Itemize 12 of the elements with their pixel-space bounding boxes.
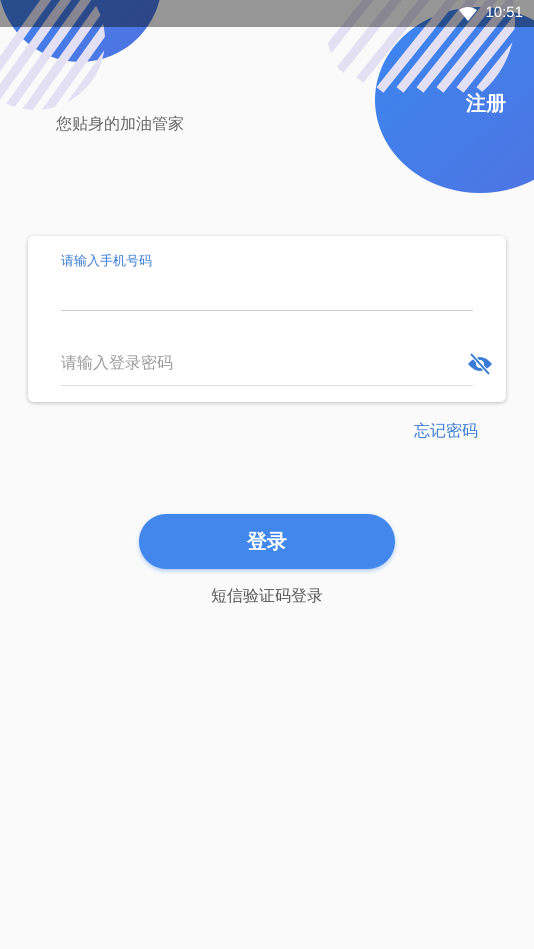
placeholder-text: 请输入登录密码 <box>61 354 173 374</box>
wifi-icon <box>459 6 478 20</box>
field-label: 请输入手机号码 <box>61 252 152 270</box>
status-time: 10:51 <box>485 3 523 24</box>
tagline: 您贴身的加油管家 <box>56 114 184 135</box>
forgot-password-link[interactable]: 忘记密码 <box>414 420 478 444</box>
password-field[interactable]: 请输入登录密码 <box>61 327 473 386</box>
login-button[interactable]: 登录 <box>139 514 395 569</box>
register-link[interactable]: 注册 <box>466 90 506 118</box>
phone-field[interactable]: 请输入手机号码 <box>61 252 473 311</box>
sms-login-link[interactable]: 短信验证码登录 <box>211 585 323 609</box>
eye-slash-icon[interactable] <box>467 353 493 375</box>
